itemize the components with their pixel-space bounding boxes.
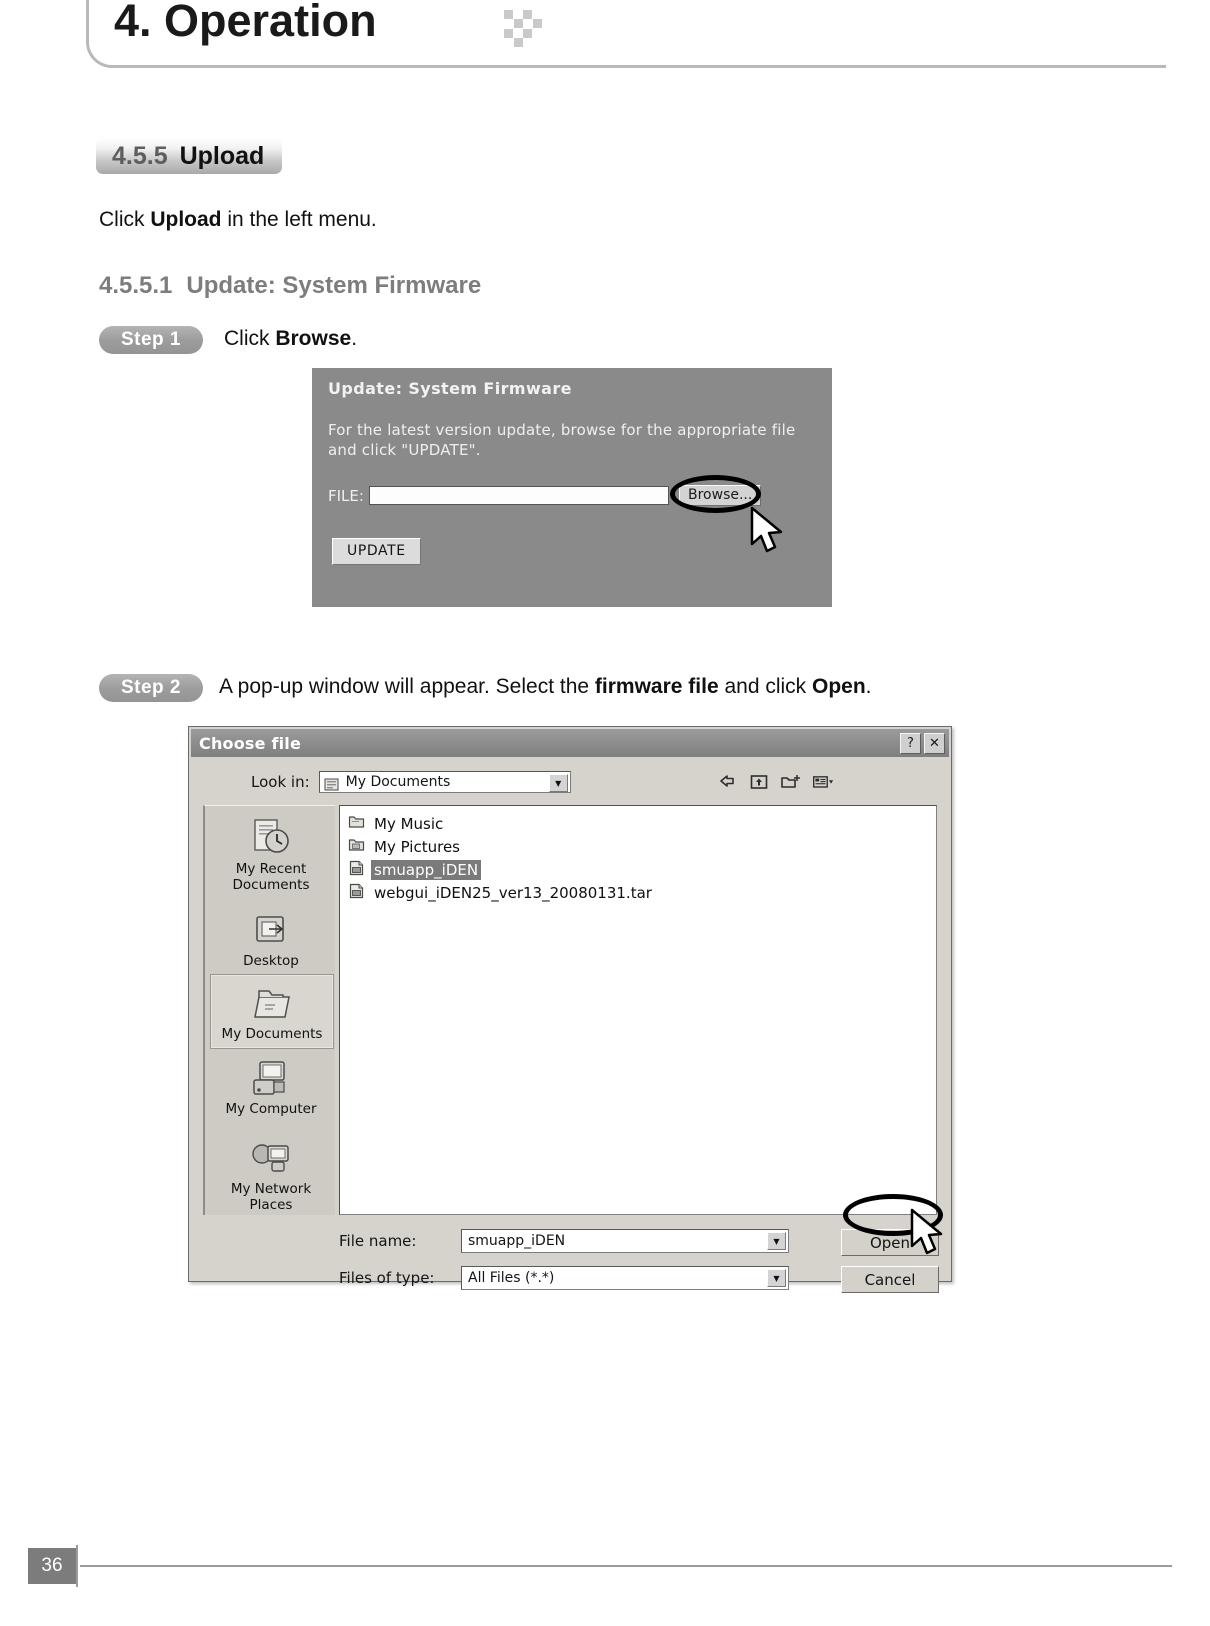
step-2-text-after: .: [865, 675, 872, 698]
update-system-firmware-panel: Update: System Firmware For the latest v…: [312, 368, 832, 607]
step-2-text-bold: firmware file: [594, 675, 719, 698]
firmware-file-input[interactable]: [368, 486, 669, 505]
step-2-text-mid: and click: [718, 675, 812, 698]
files-of-type-value: All Files (*.*): [468, 1270, 555, 1286]
place-label: My Documents: [221, 1026, 323, 1042]
dialog-titlebar: Choose file ? ✕: [191, 729, 949, 757]
section-number: 4.5.5: [112, 141, 168, 170]
look-in-label: Look in:: [251, 773, 310, 791]
chevron-down-icon[interactable]: ▼: [767, 1269, 786, 1287]
places-bar: My Recent Documents Desktop My Documents…: [203, 805, 335, 1215]
file-name: My Music: [374, 814, 444, 833]
chapter-header: 4. Operation: [86, 0, 1171, 70]
intro-text-after: in the left menu.: [221, 208, 377, 231]
file-name: smuapp_iDEN: [371, 859, 482, 880]
step-1-text-before: Click: [224, 327, 276, 350]
firmware-panel-title: Update: System Firmware: [328, 379, 572, 398]
dialog-toolbar: [716, 771, 834, 791]
file-list[interactable]: My Music My Pictures smuapp_iDEN webgui_…: [339, 805, 937, 1215]
files-of-type-combobox[interactable]: All Files (*.*) ▼: [461, 1266, 789, 1290]
files-of-type-row: Files of type: All Files (*.*) ▼: [339, 1266, 789, 1290]
subsection-number: 4.5.5.1: [99, 272, 173, 299]
place-label: My Network Places: [230, 1181, 312, 1213]
files-of-type-label: Files of type:: [339, 1269, 435, 1287]
footer-divider: [80, 1565, 1172, 1567]
file-icon: [348, 883, 365, 903]
my-documents-icon: [211, 979, 333, 1025]
look-in-row: Look in: My Documents ▼: [251, 771, 571, 793]
file-name: My Pictures: [374, 837, 460, 856]
back-icon[interactable]: [716, 771, 738, 791]
page-number: 36: [28, 1548, 76, 1584]
recent-documents-icon: [210, 814, 332, 860]
list-item[interactable]: My Pictures: [344, 835, 936, 858]
file-name-value: smuapp_iDEN: [468, 1233, 566, 1249]
place-label: My Computer: [225, 1101, 317, 1117]
chevron-down-icon[interactable]: ▼: [548, 774, 568, 792]
file-name-input[interactable]: smuapp_iDEN ▼: [461, 1229, 789, 1253]
dialog-title: Choose file: [199, 733, 302, 753]
step-2-text: A pop-up window will appear. Select the …: [219, 675, 872, 699]
firmware-file-label: FILE:: [328, 486, 364, 505]
step-1-text-bold: Browse: [275, 327, 352, 350]
place-my-computer[interactable]: My Computer: [210, 1054, 332, 1118]
intro-paragraph: Click Upload in the left menu.: [99, 208, 377, 232]
cancel-button[interactable]: Cancel: [841, 1266, 939, 1293]
step-2-text-before: A pop-up window will appear. Select the: [219, 675, 595, 698]
browse-button-highlight-ellipse: [670, 475, 761, 513]
footer-vertical-rule: [76, 1545, 78, 1587]
up-one-level-icon[interactable]: [748, 771, 770, 791]
section-heading-badge: 4.5.5 Upload: [96, 138, 283, 174]
place-desktop[interactable]: Desktop: [210, 906, 332, 970]
subsection-title: Update: System Firmware: [186, 272, 482, 299]
step-2-text-bold2: Open: [812, 675, 866, 698]
place-my-documents[interactable]: My Documents: [210, 974, 334, 1049]
file-name-label: File name:: [339, 1232, 417, 1250]
look-in-value: My Documents: [345, 774, 451, 790]
chevron-down-icon[interactable]: ▼: [767, 1232, 786, 1250]
firmware-panel-description: For the latest version update, browse fo…: [328, 421, 796, 460]
step-1-text-after: .: [351, 327, 358, 350]
update-button[interactable]: UPDATE: [332, 538, 421, 565]
close-icon[interactable]: ✕: [924, 733, 945, 754]
dialog-body: Look in: My Documents ▼ My Recent Docume…: [191, 759, 949, 1293]
file-icon: [348, 860, 365, 880]
place-my-recent-documents[interactable]: My Recent Documents: [210, 814, 332, 893]
file-name: webgui_iDEN25_ver13_20080131.tar: [374, 883, 652, 902]
place-label: My Recent Documents: [232, 861, 310, 893]
step-1-badge: Step 1: [99, 326, 203, 354]
dialog-titlebar-buttons: ? ✕: [900, 733, 945, 754]
file-name-row: File name: smuapp_iDEN ▼: [339, 1229, 789, 1253]
choose-file-dialog: Choose file ? ✕ Look in: My Documents ▼: [188, 726, 952, 1293]
folder-icon: [348, 837, 365, 856]
my-computer-icon: [210, 1054, 332, 1100]
page-title: 4. Operation: [114, 0, 377, 46]
list-item[interactable]: My Music: [344, 812, 936, 835]
place-label: Desktop: [243, 953, 299, 969]
folder-icon: [324, 776, 340, 790]
place-my-network-places[interactable]: My Network Places: [210, 1134, 332, 1213]
subsection-heading: 4.5.5.1 Update: System Firmware: [99, 272, 481, 300]
folder-icon: [348, 814, 365, 833]
new-folder-icon[interactable]: [780, 771, 802, 791]
network-places-icon: [210, 1134, 332, 1180]
desktop-icon: [210, 906, 332, 952]
intro-text-bold: Upload: [150, 208, 222, 231]
step-2-badge: Step 2: [99, 674, 203, 702]
list-item[interactable]: smuapp_iDEN: [344, 858, 936, 881]
decorative-pixel-arrow-icon: [504, 10, 548, 48]
help-icon[interactable]: ?: [900, 733, 921, 754]
views-icon[interactable]: [812, 771, 834, 791]
section-title: Upload: [179, 141, 265, 170]
firmware-file-row: FILE:: [328, 486, 669, 505]
step-1-text: Click Browse.: [224, 327, 357, 351]
list-item[interactable]: webgui_iDEN25_ver13_20080131.tar: [344, 881, 936, 904]
look-in-combobox[interactable]: My Documents ▼: [318, 771, 571, 793]
intro-text-before: Click: [99, 208, 151, 231]
